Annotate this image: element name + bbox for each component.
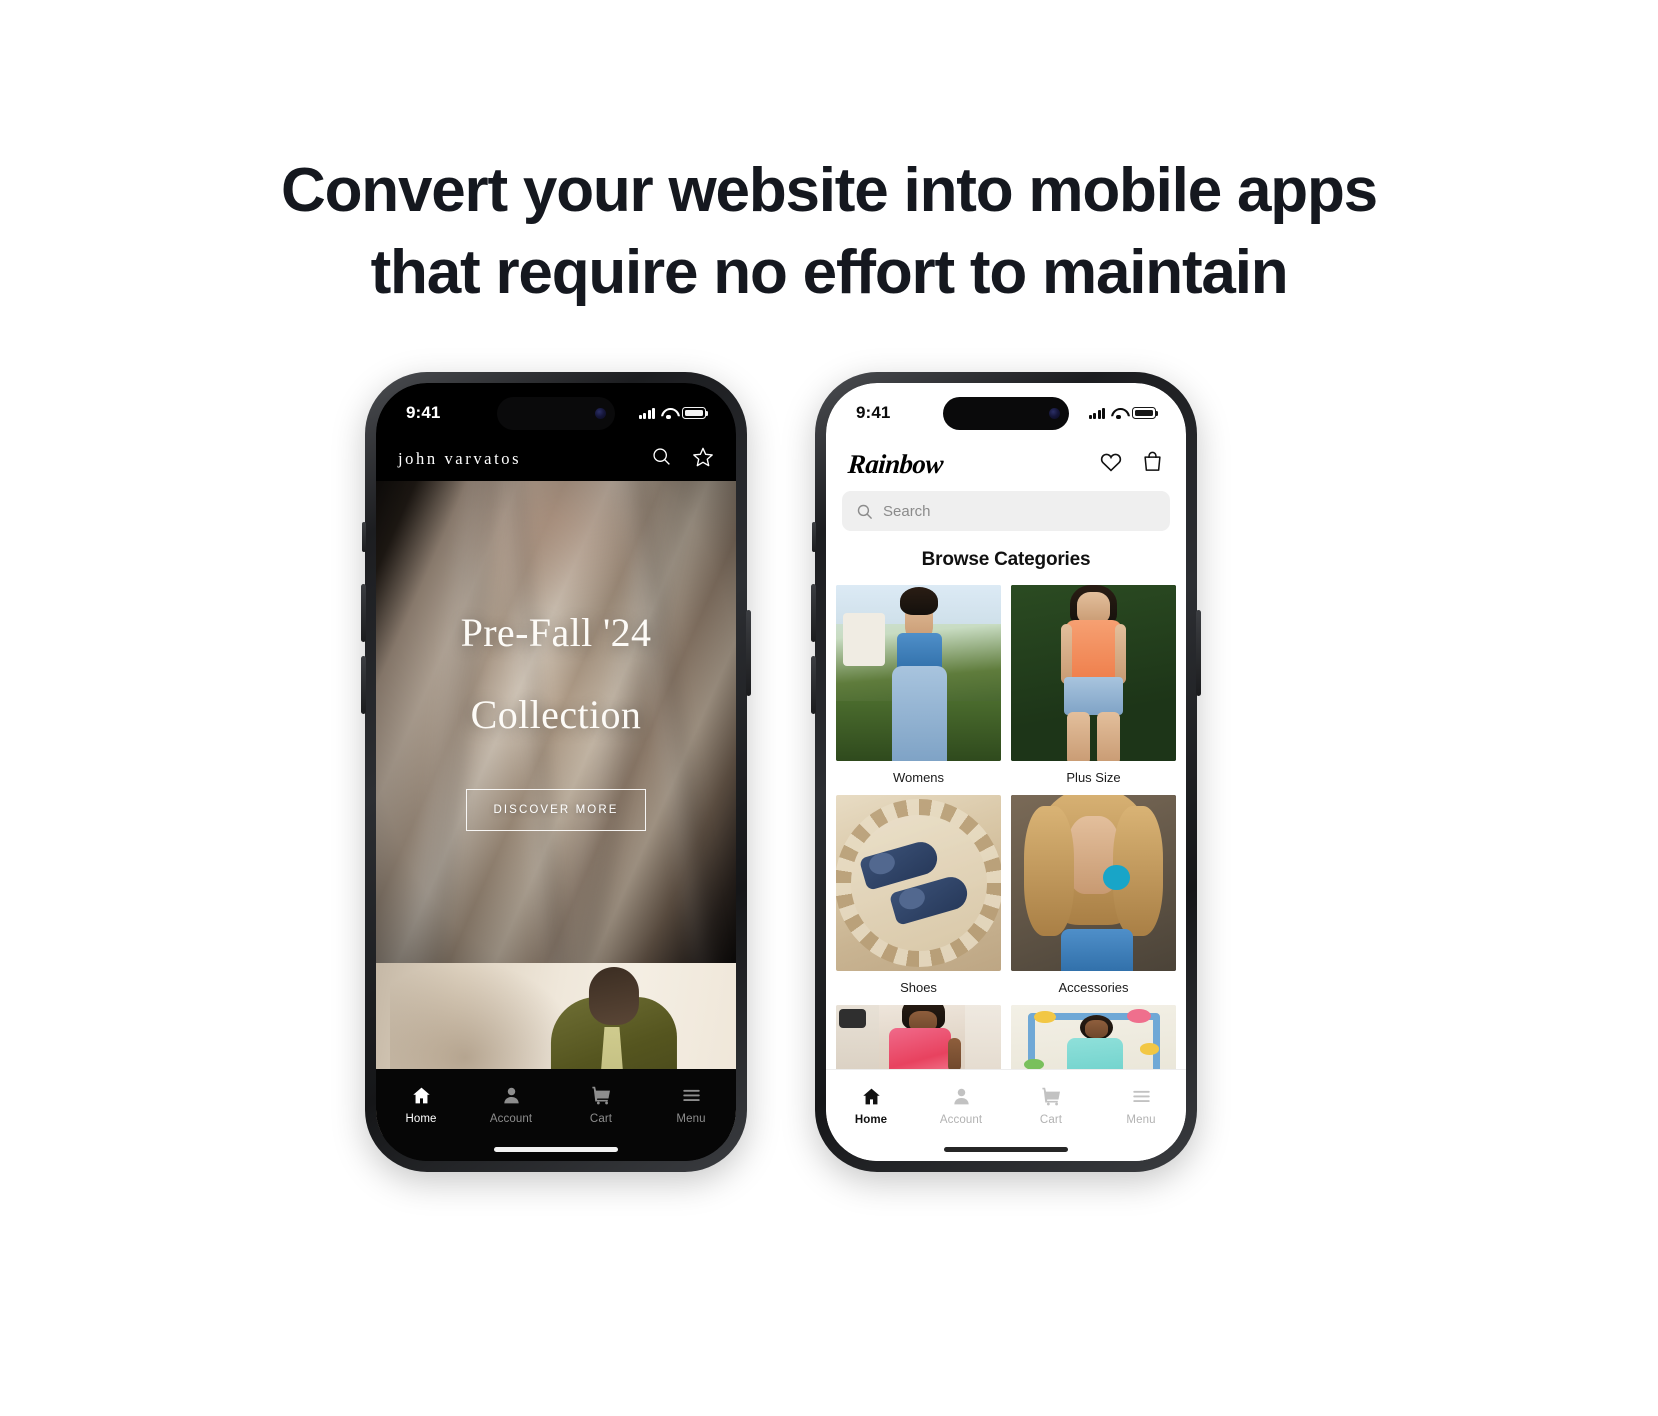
hero-title-line-1: Pre-Fall '24 [460,610,652,655]
home-indicator[interactable] [494,1147,618,1152]
app-screen-rainbow: 9:41 Rainbow Search Browse Categories Wo… [826,383,1186,1161]
home-icon [862,1088,880,1105]
person-icon [953,1088,969,1105]
battery-icon [682,407,709,419]
section-title: Browse Categories [921,549,1091,570]
heart-icon[interactable] [1099,450,1123,479]
tab-home-label: Home [854,1114,888,1126]
wifi-icon [661,408,676,420]
hero-banner[interactable]: Pre-Fall '24 Collection DISCOVER MORE [376,481,736,963]
headline-line-1: Convert your website into mobile apps [281,156,1378,225]
battery-icon [1132,407,1159,419]
page-headline: Convert your website into mobile apps th… [0,150,1658,314]
tab-home[interactable]: Home [826,1086,916,1126]
home-indicator[interactable] [944,1147,1068,1152]
search-icon[interactable] [651,446,672,472]
wifi-icon [1111,408,1126,420]
tab-cart-label: Cart [1039,1114,1063,1126]
star-icon[interactable] [692,446,714,473]
status-time: 9:41 [856,403,891,422]
cellular-bars-icon [1088,407,1105,419]
cart-icon [1041,1087,1060,1106]
front-camera-icon [595,408,606,419]
category-card-accessories[interactable]: Accessories [1011,795,1176,995]
category-image [836,585,1001,761]
category-card-plus-size[interactable]: Plus Size [1011,585,1176,785]
tab-account-label: Account [939,1114,983,1126]
category-label: Plus Size [1066,770,1121,785]
cart-icon [591,1086,610,1105]
volume-up-button[interactable] [361,584,366,642]
discover-more-button[interactable]: DISCOVER MORE [466,789,646,831]
tab-account[interactable]: Account [466,1085,556,1125]
category-label: Womens [892,770,945,785]
dynamic-island [943,397,1069,430]
category-image [1011,795,1176,971]
tab-menu-label: Menu [676,1113,706,1125]
home-icon [412,1087,430,1104]
tab-cart-label: Cart [589,1113,613,1125]
category-label: Shoes [900,980,937,995]
brand-logo: Rainbow [846,448,944,479]
tab-account[interactable]: Account [916,1086,1006,1126]
volume-down-button[interactable] [811,656,816,714]
category-card-womens[interactable]: Womens [836,585,1001,785]
category-grid: Womens Plus Size Shoes Accessories [836,585,1176,1110]
power-button[interactable] [746,610,751,696]
phone-mockup-rainbow: 9:41 Rainbow Search Browse Categories Wo… [811,372,1201,1172]
app-header: john varvatos [376,437,736,481]
status-time: 9:41 [406,403,441,422]
app-header: Rainbow [826,437,1186,485]
tab-home-label: Home [405,1113,437,1125]
tab-account-label: Account [489,1113,533,1125]
dynamic-island [497,397,615,430]
shopping-bag-icon[interactable] [1141,450,1164,478]
category-card-shoes[interactable]: Shoes [836,795,1001,995]
search-input[interactable]: Search [842,491,1170,531]
power-button[interactable] [1196,610,1201,696]
tab-menu-label: Menu [1126,1114,1156,1126]
hamburger-icon [682,1089,700,1102]
search-placeholder: Search [883,502,931,520]
tab-menu[interactable]: Menu [646,1085,736,1125]
tab-menu[interactable]: Menu [1096,1086,1186,1126]
hero-title-line-2: Collection [470,692,642,737]
hamburger-icon [1132,1090,1150,1103]
app-screen-john-varvatos: 9:41 john varvatos Pre-Fall '24 Collecti… [376,383,736,1161]
silence-switch[interactable] [362,522,366,552]
phone-mockups: 9:41 john varvatos Pre-Fall '24 Collecti… [0,372,1658,1192]
person-icon [503,1087,519,1104]
silence-switch[interactable] [812,522,816,552]
tab-home[interactable]: Home [376,1085,466,1125]
front-camera-icon [1049,408,1060,419]
category-image [1011,585,1176,761]
brand-logo: john varvatos [398,449,522,468]
phone-mockup-john-varvatos: 9:41 john varvatos Pre-Fall '24 Collecti… [361,372,751,1172]
cellular-bars-icon [638,407,655,419]
volume-down-button[interactable] [361,656,366,714]
category-image [836,795,1001,971]
volume-up-button[interactable] [811,584,816,642]
tab-cart[interactable]: Cart [1006,1086,1096,1126]
tab-cart[interactable]: Cart [556,1085,646,1125]
headline-line-2: that require no effort to maintain [370,237,1289,307]
search-icon [857,504,872,519]
category-label: Accessories [1058,980,1129,995]
